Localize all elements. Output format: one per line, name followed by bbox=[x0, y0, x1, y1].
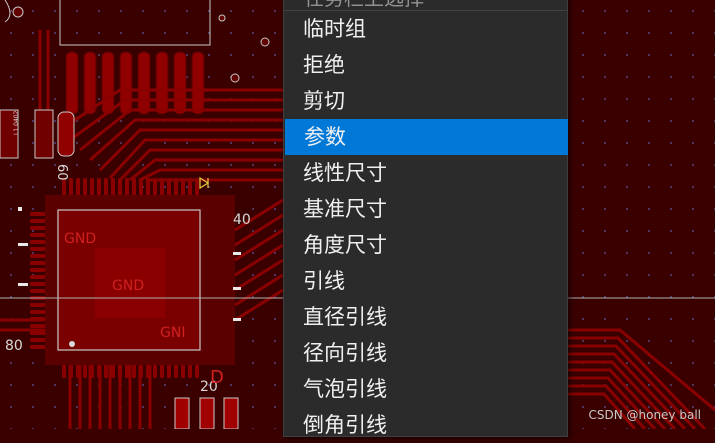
menu-header-fragment: 任务栏上选择 bbox=[284, 0, 567, 11]
left-smd-parts: L1 0402 bbox=[0, 109, 75, 159]
menu-item[interactable]: 倒角引线 bbox=[284, 407, 567, 443]
bottom-pads bbox=[174, 397, 239, 429]
pin-label-60: 60 bbox=[54, 164, 69, 181]
context-menu: 任务栏上选择 临时组拒绝剪切参数线性尺寸基准尺寸角度尺寸引线直径引线径向引线气泡… bbox=[283, 0, 568, 437]
watermark: CSDN @honey ball bbox=[588, 408, 701, 422]
menu-item[interactable]: 拒绝 bbox=[284, 47, 567, 83]
menu-item[interactable]: 气泡引线 bbox=[284, 371, 567, 407]
gnd-label-2: GND bbox=[112, 278, 144, 294]
menu-item[interactable]: 临时组 bbox=[284, 11, 567, 47]
menu-item[interactable]: 角度尺寸 bbox=[284, 227, 567, 263]
menu-item[interactable]: 参数 bbox=[285, 119, 568, 155]
menu-item[interactable]: 基准尺寸 bbox=[284, 191, 567, 227]
pin-label-80: 80 bbox=[5, 338, 23, 354]
gnd-label-3: GNI bbox=[160, 325, 185, 341]
menu-item[interactable]: 引线 bbox=[284, 263, 567, 299]
menu-item[interactable]: 剪切 bbox=[284, 83, 567, 119]
gnd-label-1: GND bbox=[64, 231, 96, 247]
menu-item[interactable]: 线性尺寸 bbox=[284, 155, 567, 191]
pin-label-40: 40 bbox=[233, 212, 251, 228]
menu-item[interactable]: 径向引线 bbox=[284, 335, 567, 371]
menu-item[interactable]: 直径引线 bbox=[284, 299, 567, 335]
part-ref-label: D bbox=[210, 367, 224, 388]
smd-label: L1 0402 bbox=[13, 110, 20, 135]
